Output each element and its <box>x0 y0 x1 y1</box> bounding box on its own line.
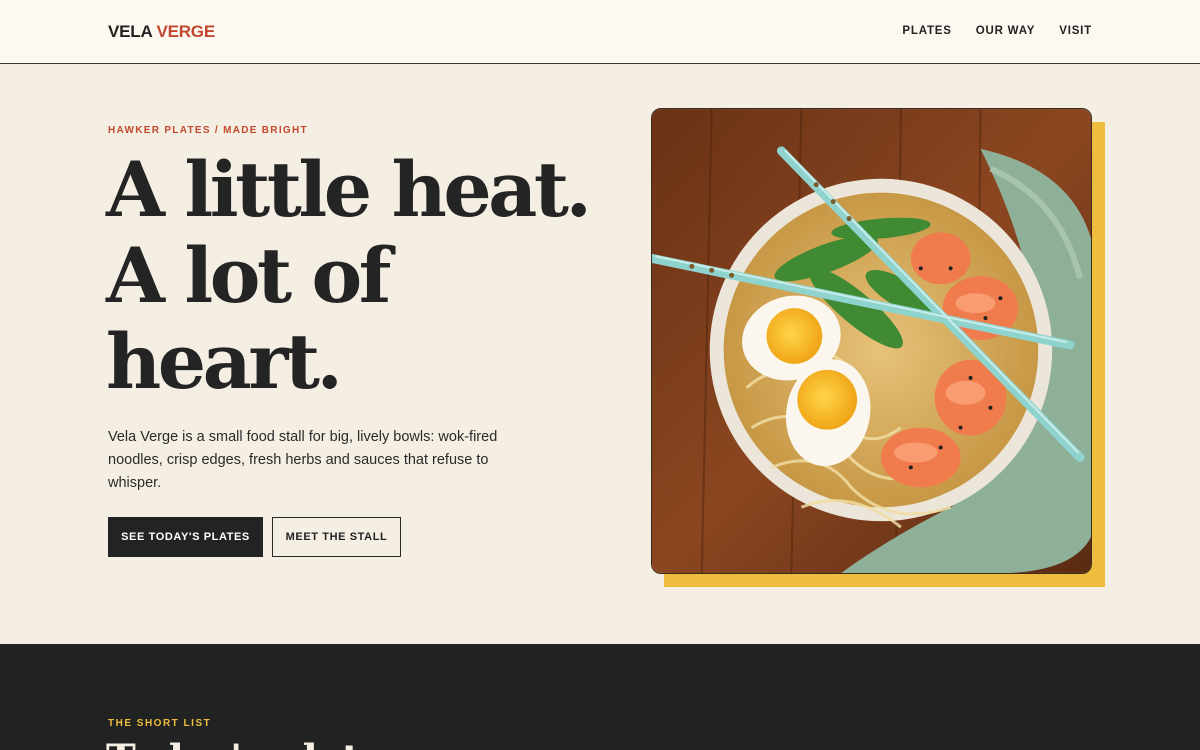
main-nav: PLATES OUR WAY VISIT <box>902 25 1092 37</box>
todays-plates-section: THE SHORT LIST Today's plates <box>0 644 1200 750</box>
hero-section: HAWKER PLATES / MADE BRIGHT A little hea… <box>0 65 1200 644</box>
todays-plates-title: Today's plates <box>106 736 406 750</box>
hero-eyebrow: HAWKER PLATES / MADE BRIGHT <box>108 125 308 136</box>
hero-headline: A little heat. A lot of heart. <box>106 145 592 406</box>
ramen-bowl-photo <box>651 108 1092 574</box>
short-list-eyebrow: THE SHORT LIST <box>108 718 212 729</box>
headline-line-3: heart. <box>106 317 343 406</box>
nav-visit[interactable]: VISIT <box>1059 25 1092 37</box>
logo[interactable]: VELA VERGE <box>108 22 215 42</box>
hero-intro: Vela Verge is a small food stall for big… <box>108 429 498 491</box>
headline-line-2: A lot of <box>106 231 391 320</box>
site-header: VELA VERGE PLATES OUR WAY VISIT <box>0 0 1200 64</box>
meet-the-stall-button[interactable]: MEET THE STALL <box>272 517 401 557</box>
logo-word-verge: VERGE <box>156 22 215 41</box>
see-todays-plates-button[interactable]: SEE TODAY'S PLATES <box>108 517 263 557</box>
nav-our-way[interactable]: OUR WAY <box>976 25 1036 37</box>
nav-plates[interactable]: PLATES <box>902 25 951 37</box>
headline-line-1: A little heat. <box>106 145 592 234</box>
logo-word-vela: VELA <box>108 22 152 41</box>
